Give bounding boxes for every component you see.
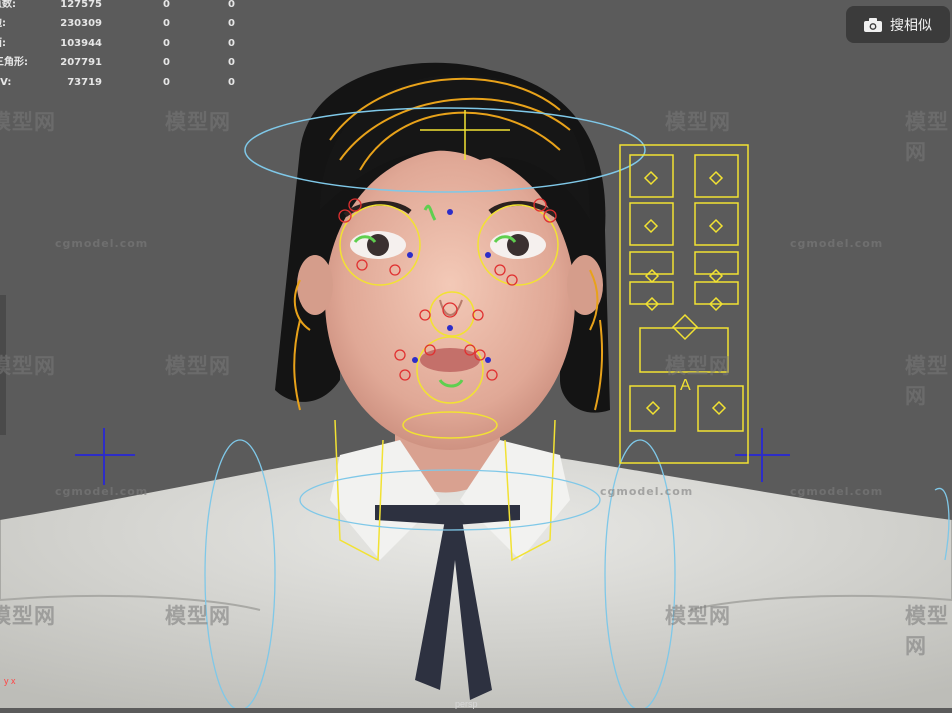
stat-row: 面: 103944 0 0	[0, 37, 260, 51]
stat-row: UV: 73719 0 0	[0, 76, 260, 90]
stat-value: 207791	[60, 57, 102, 68]
watermark-logo: 模型网	[905, 110, 949, 164]
stat-value: 0	[163, 77, 170, 88]
watermark-text: cgmodel.com	[600, 485, 694, 498]
watermark-logo: 模型网	[165, 354, 231, 378]
stat-value: 230309	[60, 18, 102, 29]
stat-value: 103944	[60, 38, 102, 49]
scene-render: A	[0, 62, 952, 711]
mouth	[420, 348, 480, 372]
stat-row: 点数: 127575 0 0	[0, 0, 260, 12]
watermark-logo: 模型网	[165, 604, 231, 628]
search-similar-label: 搜相似	[890, 17, 932, 34]
stat-value: 73719	[67, 77, 102, 88]
stat-value: 0	[228, 38, 235, 49]
stat-value: 0	[228, 77, 235, 88]
3d-viewport[interactable]: A 模型网 模型网 模型网 模型网 模型网 模型网 模型网 模型网 模型网 模型…	[0, 0, 952, 711]
stat-label: 边:	[0, 18, 6, 29]
face	[325, 150, 575, 450]
search-similar-button[interactable]: 搜相似	[846, 6, 950, 43]
stat-label: 点数:	[0, 0, 16, 10]
axis-gizmo: y x	[4, 676, 16, 686]
stat-value: 0	[163, 18, 170, 29]
stat-label: 三角形:	[0, 57, 28, 68]
watermark-text: cgmodel.com	[55, 485, 149, 498]
watermark-logo: 模型网	[905, 354, 949, 408]
stat-value: 0	[228, 18, 235, 29]
stat-value: 0	[163, 38, 170, 49]
watermark-logo: 模型网	[905, 604, 949, 658]
stat-label: 面:	[0, 38, 6, 49]
face-control-panel: A	[619, 144, 749, 464]
watermark-logo: 模型网	[165, 110, 231, 134]
watermark-logo: 模型网	[665, 354, 731, 378]
stat-value: 0	[163, 0, 170, 10]
stat-value: 127575	[60, 0, 102, 10]
stat-value: 0	[163, 57, 170, 68]
watermark-logo: 模型网	[0, 354, 56, 378]
watermark-logo: 模型网	[665, 110, 731, 134]
stat-value: 0	[228, 57, 235, 68]
watermark-logo: 模型网	[665, 604, 731, 628]
watermark-logo: 模型网	[0, 110, 56, 134]
stat-row: 边: 230309 0 0	[0, 17, 260, 31]
watermark-text: cgmodel.com	[55, 237, 149, 250]
watermark-logo: 模型网	[0, 604, 56, 628]
camera-icon	[864, 17, 882, 32]
stat-row: 三角形: 207791 0 0	[0, 56, 260, 70]
watermark-text: cgmodel.com	[790, 237, 884, 250]
watermark-text: cgmodel.com	[790, 485, 884, 498]
stat-label: UV:	[0, 77, 12, 88]
stat-value: 0	[228, 0, 235, 10]
